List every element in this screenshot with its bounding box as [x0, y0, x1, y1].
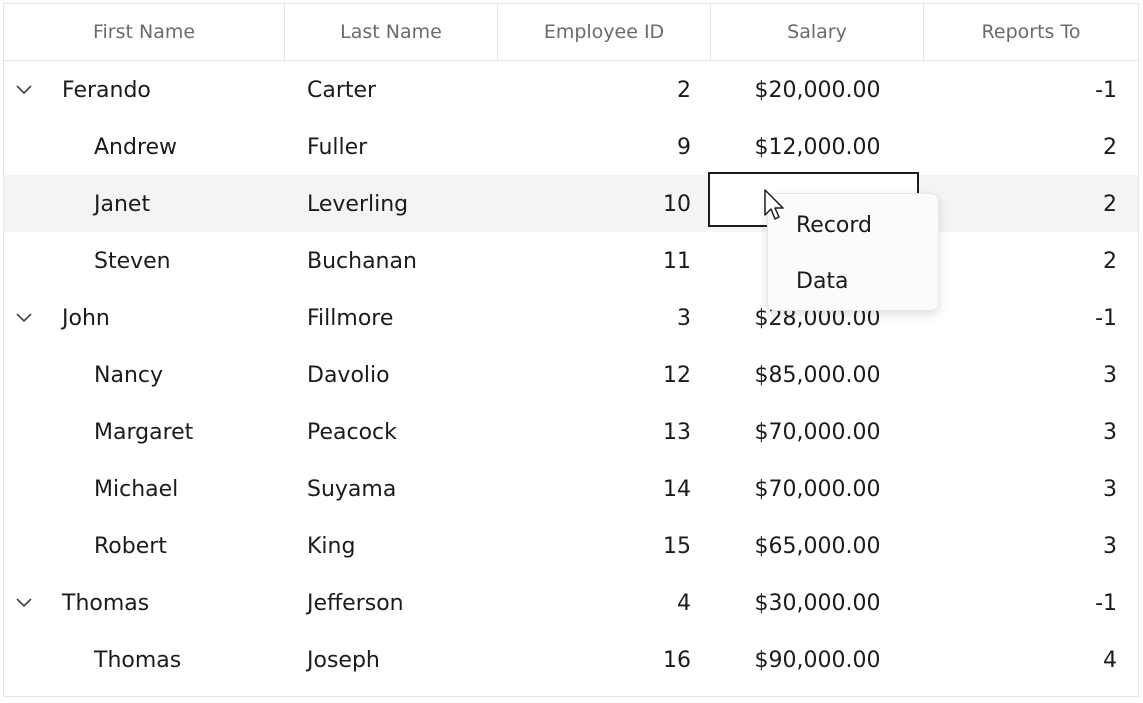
cell-reports-to[interactable]: 3 — [924, 403, 1117, 460]
cell-last-name[interactable]: Buchanan — [307, 232, 487, 289]
cell-employee-id[interactable]: 3 — [498, 289, 691, 346]
cell-reports-to[interactable]: -1 — [924, 61, 1117, 118]
menu-item-record[interactable]: Record — [768, 198, 938, 254]
cell-first-name[interactable]: Margaret — [94, 403, 284, 460]
cell-last-name[interactable]: Carter — [307, 61, 487, 118]
cell-employee-id[interactable]: 13 — [498, 403, 691, 460]
cell-first-name[interactable]: Michael — [94, 460, 284, 517]
table-row[interactable]: Margaret Peacock 13 $70,000.00 3 — [4, 403, 1138, 460]
cell-reports-to[interactable]: 2 — [924, 118, 1117, 175]
table-row[interactable]: John Fillmore 3 $28,000.00 -1 — [4, 289, 1138, 346]
column-header-salary[interactable]: Salary — [711, 4, 924, 60]
cell-first-name[interactable]: Thomas — [94, 631, 284, 688]
cell-employee-id[interactable]: 11 — [498, 232, 691, 289]
cell-last-name[interactable]: Suyama — [307, 460, 487, 517]
cell-employee-id[interactable]: 16 — [498, 631, 691, 688]
tree-grid: First Name Last Name Employee ID Salary … — [3, 3, 1139, 697]
table-row[interactable]: Thomas Jefferson 4 $30,000.00 -1 — [4, 574, 1138, 631]
cell-reports-to[interactable]: 4 — [924, 631, 1117, 688]
cell-first-name[interactable]: Janet — [94, 175, 284, 232]
cell-reports-to[interactable]: 3 — [924, 346, 1117, 403]
cell-last-name[interactable]: King — [307, 517, 487, 574]
table-row[interactable]: Ferando Carter 2 $20,000.00 -1 — [4, 61, 1138, 118]
cell-reports-to[interactable]: 2 — [924, 232, 1117, 289]
menu-item-data[interactable]: Data — [768, 254, 938, 310]
cell-first-name[interactable]: Ferando — [62, 61, 252, 118]
cell-employee-id[interactable]: 4 — [498, 574, 691, 631]
cell-reports-to[interactable]: -1 — [924, 289, 1117, 346]
column-header-employee-id[interactable]: Employee ID — [498, 4, 711, 60]
grid-header: First Name Last Name Employee ID Salary … — [4, 4, 1138, 61]
cell-employee-id[interactable]: 12 — [498, 346, 691, 403]
cell-first-name[interactable]: Robert — [94, 517, 284, 574]
table-row[interactable]: Robert King 15 $65,000.00 3 — [4, 517, 1138, 574]
cell-last-name[interactable]: Leverling — [307, 175, 487, 232]
cell-reports-to[interactable]: -1 — [924, 574, 1117, 631]
cell-first-name[interactable]: John — [62, 289, 252, 346]
cell-first-name[interactable]: Nancy — [94, 346, 284, 403]
chevron-down-icon[interactable] — [16, 598, 32, 608]
cell-first-name[interactable]: Andrew — [94, 118, 284, 175]
column-header-first-name[interactable]: First Name — [4, 4, 285, 60]
cell-reports-to[interactable]: 3 — [924, 517, 1117, 574]
column-header-reports-to[interactable]: Reports To — [924, 4, 1138, 60]
cell-salary[interactable]: $20,000.00 — [711, 61, 924, 118]
cell-employee-id[interactable]: 15 — [498, 517, 691, 574]
chevron-down-icon[interactable] — [16, 313, 32, 323]
cell-salary[interactable]: $70,000.00 — [711, 460, 924, 517]
cell-reports-to[interactable]: 3 — [924, 460, 1117, 517]
cell-salary[interactable]: $90,000.00 — [711, 631, 924, 688]
cell-reports-to[interactable]: 2 — [924, 175, 1117, 232]
cell-last-name[interactable]: Fillmore — [307, 289, 487, 346]
table-row[interactable]: Steven Buchanan 11 2 — [4, 232, 1138, 289]
cell-first-name[interactable]: Thomas — [62, 574, 252, 631]
mouse-pointer-icon — [764, 189, 784, 220]
column-header-last-name[interactable]: Last Name — [285, 4, 498, 60]
cell-employee-id[interactable]: 9 — [498, 118, 691, 175]
table-row[interactable]: Thomas Joseph 16 $90,000.00 4 — [4, 631, 1138, 688]
cell-employee-id[interactable]: 10 — [498, 175, 691, 232]
cell-salary[interactable]: $30,000.00 — [711, 574, 924, 631]
table-row[interactable]: Janet Leverling 10 2 — [4, 175, 1138, 232]
table-row[interactable]: Andrew Fuller 9 $12,000.00 2 — [4, 118, 1138, 175]
table-row[interactable]: Nancy Davolio 12 $85,000.00 3 — [4, 346, 1138, 403]
cell-employee-id[interactable]: 14 — [498, 460, 691, 517]
cell-salary[interactable]: $85,000.00 — [711, 346, 924, 403]
cell-last-name[interactable]: Peacock — [307, 403, 487, 460]
chevron-down-icon[interactable] — [16, 85, 32, 95]
cell-salary[interactable]: $12,000.00 — [711, 118, 924, 175]
context-menu: Record Data — [767, 193, 939, 311]
cell-first-name[interactable]: Steven — [94, 232, 284, 289]
cell-last-name[interactable]: Joseph — [307, 631, 487, 688]
cell-employee-id[interactable]: 2 — [498, 61, 691, 118]
cell-last-name[interactable]: Fuller — [307, 118, 487, 175]
cell-last-name[interactable]: Jefferson — [307, 574, 487, 631]
table-row[interactable]: Michael Suyama 14 $70,000.00 3 — [4, 460, 1138, 517]
cell-salary[interactable]: $70,000.00 — [711, 403, 924, 460]
cell-last-name[interactable]: Davolio — [307, 346, 487, 403]
cell-salary[interactable]: $65,000.00 — [711, 517, 924, 574]
